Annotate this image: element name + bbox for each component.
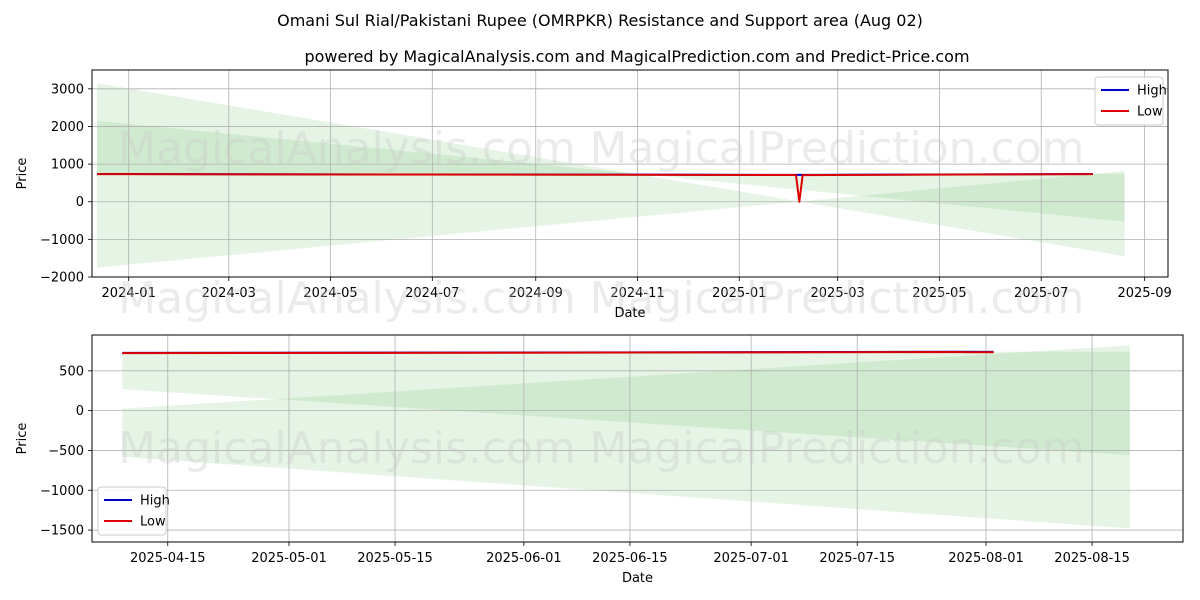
x-tick-label: 2025-07-15 — [819, 551, 895, 566]
chart-title: Omani Sul Rial/Pakistani Rupee (OMRPKR) … — [277, 11, 923, 30]
legend: High Low — [1094, 76, 1167, 126]
watermark-text: MagicalPrediction.com — [590, 273, 1085, 324]
x-tick-label: 2025-06-01 — [486, 551, 562, 566]
y-tick-label: 500 — [59, 364, 84, 379]
y-tick-label: 2000 — [51, 120, 84, 135]
chart-subtitle: powered by MagicalAnalysis.com and Magic… — [304, 47, 969, 66]
series-line-low — [122, 350, 994, 355]
chart-1: 2024-01 2024-03 2024-05 2024-07 2024-09 2024-… — [15, 69, 1172, 324]
y-tick-label: 1000 — [51, 158, 84, 173]
y-tick-label: 3000 — [51, 82, 84, 97]
y-axis-label: Price — [15, 158, 30, 190]
y-tick-label: −1000 — [40, 484, 84, 499]
x-axis-label: Date — [614, 306, 645, 321]
y-tick-label: −500 — [48, 444, 84, 459]
x-tick-label: 2025-04-15 — [130, 551, 206, 566]
y-tick-label: −2000 — [40, 271, 84, 286]
chart-figure: Omani Sul Rial/Pakistani Rupee (OMRPKR) … — [0, 0, 1200, 600]
legend-label-high: High — [1137, 84, 1167, 99]
legend: High Low — [97, 486, 170, 536]
y-tick-label: −1500 — [40, 524, 84, 539]
x-tick-label: 2025-08-15 — [1054, 551, 1130, 566]
y-axis-label: Price — [15, 423, 30, 455]
x-tick-label: 2025-05-01 — [251, 551, 327, 566]
watermark-text: MagicalPrediction.com — [590, 123, 1085, 174]
watermark-text: MagicalAnalysis.com — [118, 123, 576, 174]
chart-canvas: Omani Sul Rial/Pakistani Rupee (OMRPKR) … — [15, 11, 1184, 586]
legend-label-high: High — [140, 494, 170, 509]
chart-2: 2025-04-15 2025-05-01 2025-05-15 2025-06-01… — [15, 334, 1184, 586]
x-tick-label: 2025-09 — [1117, 286, 1171, 301]
x-axis-label: Date — [622, 571, 653, 586]
y-tick-label: 0 — [76, 404, 84, 419]
x-tick-label: 2025-05-15 — [357, 551, 433, 566]
watermark-text: MagicalPrediction.com — [590, 423, 1085, 474]
legend-label-low: Low — [140, 515, 166, 530]
x-tick-label: 2025-07-01 — [713, 551, 789, 566]
watermark-text: MagicalAnalysis.com — [118, 273, 576, 324]
y-tick-label: 0 — [76, 195, 84, 210]
y-tick-label: −1000 — [40, 233, 84, 248]
legend-label-low: Low — [1137, 105, 1163, 120]
watermark-text: MagicalAnalysis.com — [118, 423, 576, 474]
x-tick-label: 2025-08-01 — [948, 551, 1024, 566]
x-tick-label: 2025-06-15 — [592, 551, 668, 566]
